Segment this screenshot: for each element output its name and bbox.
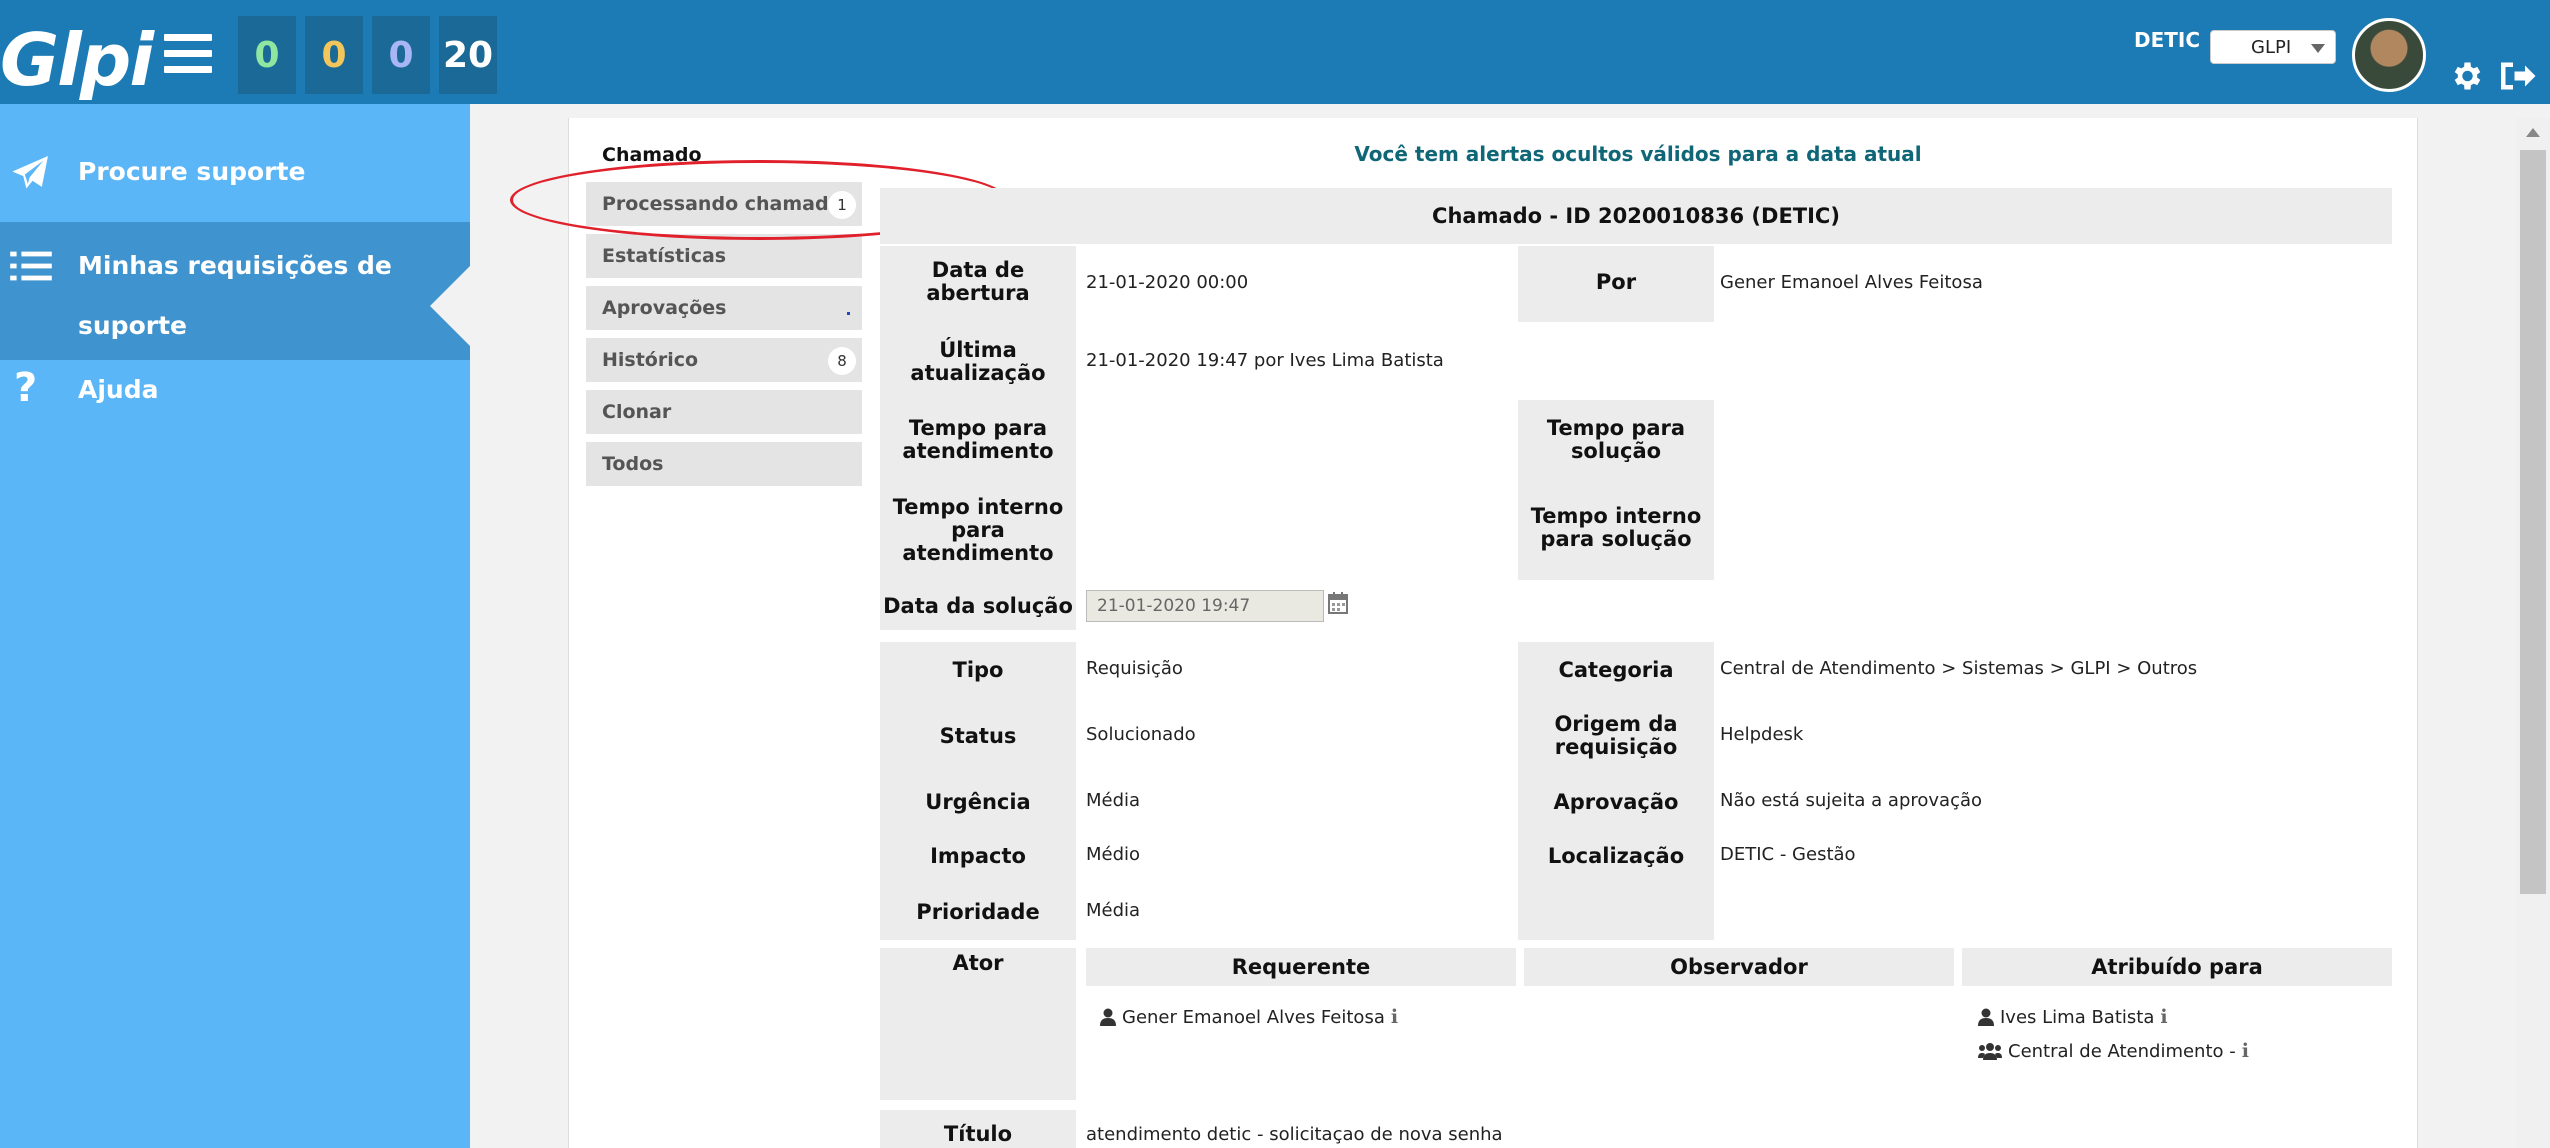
counter-value: 0: [388, 34, 414, 76]
assigned-header: Atribuído para: [1962, 948, 2392, 986]
tab-clonar[interactable]: Clonar: [586, 390, 862, 434]
user-icon: [1100, 1008, 1116, 1026]
observer-header: Observador: [1524, 948, 1954, 986]
actor-label-cell: Ator: [880, 948, 1076, 1100]
calendar-icon[interactable]: [1328, 592, 1348, 614]
priority-label: Prioridade: [916, 899, 1040, 924]
avatar[interactable]: [2352, 18, 2426, 92]
tab-aprovacoes[interactable]: Aprovações: [586, 286, 862, 330]
actor-label: Ator: [952, 951, 1004, 975]
priority-value: Média: [1086, 900, 1141, 921]
sidebar-item-label-line2: suporte: [78, 311, 187, 340]
profile-select-value: GLPI: [2251, 37, 2292, 58]
scrollbar-thumb[interactable]: [2520, 150, 2546, 894]
tta-label: Tempo para atendimento: [902, 416, 1054, 463]
title-label-cell: Título: [880, 1110, 1076, 1148]
ticket-title-header: Chamado - ID 2020010836 (DETIC): [880, 188, 2392, 244]
tab-label: Todos: [602, 453, 664, 475]
logo-text: Glpi: [0, 18, 154, 102]
internal-tta-label: Tempo interno para atendimento: [892, 494, 1064, 565]
sidebar: Procure suporte Minhas requisições de su…: [0, 104, 470, 1148]
type-label: Tipo: [952, 657, 1004, 682]
chevron-down-icon: [2311, 44, 2325, 53]
impact-value: Médio: [1086, 844, 1141, 865]
approval-label: Aprovação: [1553, 789, 1679, 814]
origin-label: Origem da requisição: [1554, 712, 1678, 759]
counter-new[interactable]: 0: [238, 16, 296, 94]
urgency-value: Média: [1086, 790, 1141, 811]
tab-badge: 8: [828, 347, 856, 375]
solution-date-input[interactable]: 21-01-2020 19:47: [1086, 590, 1324, 622]
by-value: Gener Emanoel Alves Feitosa: [1720, 272, 1983, 293]
hidden-alerts-message[interactable]: Você tem alertas ocultos válidos para a …: [1000, 142, 2276, 166]
glpi-logo[interactable]: Glpi: [0, 12, 154, 102]
profile-select[interactable]: GLPI: [2210, 30, 2336, 64]
category-value: Central de Atendimento > Sistemas > GLPI…: [1720, 658, 2198, 679]
approval-value: Não está sujeita a aprovação: [1720, 790, 1983, 811]
last-update-label: Última atualização: [910, 338, 1046, 385]
paper-plane-icon: [12, 156, 49, 189]
counter-solved[interactable]: 20: [439, 16, 497, 94]
info-icon[interactable]: i: [2160, 1006, 2167, 1028]
active-indicator: [430, 266, 470, 346]
scroll-up-arrow-icon[interactable]: [2526, 128, 2540, 137]
requester-entry[interactable]: Gener Emanoel Alves Feitosa i: [1100, 1006, 1398, 1028]
title-label: Título: [943, 1121, 1013, 1146]
assigned-user-entry[interactable]: Ives Lima Batista i: [1978, 1006, 2168, 1028]
sidebar-item-label-line1: Minhas requisições de: [78, 251, 392, 280]
type-value: Requisição: [1086, 658, 1183, 679]
location-value: DETIC - Gestão: [1720, 844, 1856, 865]
assigned-user-name: Ives Lima Batista: [2000, 1006, 2155, 1028]
ttr-label: Tempo para solução: [1546, 416, 1686, 463]
entity-label[interactable]: DETIC: [2134, 28, 2200, 52]
counter-pending[interactable]: 0: [372, 16, 430, 94]
list-icon: [10, 251, 52, 281]
tab-label: Estatísticas: [602, 245, 727, 267]
question-icon: ?: [14, 365, 38, 411]
status-value: Solucionado: [1086, 724, 1196, 745]
title-value: atendimento detic - solicitaçao de nova …: [1086, 1124, 1503, 1145]
impact-label: Impacto: [930, 843, 1026, 868]
info-icon[interactable]: i: [1391, 1006, 1398, 1028]
assigned-group-name: Central de Atendimento -: [2008, 1040, 2236, 1062]
category-label: Categoria: [1558, 657, 1674, 682]
info-icon[interactable]: i: [2242, 1040, 2249, 1062]
opening-date-label: Data de abertura: [926, 258, 1030, 305]
urgency-label: Urgência: [925, 789, 1031, 814]
users-group-icon: [1978, 1043, 2002, 1060]
opening-date-value: 21-01-2020 00:00: [1086, 272, 1249, 293]
gear-icon[interactable]: [2448, 58, 2484, 94]
solution-date-value: 21-01-2020 19:47: [1097, 596, 1251, 616]
assigned-group-entry[interactable]: Central de Atendimento - i: [1978, 1040, 2249, 1062]
location-label: Localização: [1547, 843, 1685, 868]
internal-ttr-label: Tempo interno para solução: [1530, 504, 1702, 551]
tab-historico[interactable]: Histórico 8: [586, 338, 862, 382]
by-label: Por: [1595, 269, 1637, 294]
counter-processing[interactable]: 0: [305, 16, 363, 94]
tab-label: Aprovações: [602, 297, 727, 319]
sidebar-item-minhas-requisicoes[interactable]: Minhas requisições de suporte: [0, 222, 470, 360]
logout-icon[interactable]: [2496, 58, 2536, 94]
sidebar-item-label: Ajuda: [78, 375, 159, 404]
tab-todos[interactable]: Todos: [586, 442, 862, 486]
tab-estatisticas[interactable]: Estatísticas: [586, 234, 862, 278]
status-label: Status: [939, 723, 1017, 748]
top-header: Glpi 0 0 0 20 DETIC GLPI: [0, 0, 2550, 104]
origin-value: Helpdesk: [1720, 724, 1804, 745]
tab-indicator-dot: [847, 312, 850, 315]
sidebar-item-label: Procure suporte: [78, 157, 306, 186]
tab-label: Histórico: [602, 349, 699, 371]
requester-name: Gener Emanoel Alves Feitosa: [1122, 1006, 1385, 1028]
menu-toggle-icon[interactable]: [164, 34, 212, 74]
user-icon: [1978, 1008, 1994, 1026]
tab-label: Clonar: [602, 401, 672, 423]
last-update-value: 21-01-2020 19:47 por Ives Lima Batista: [1086, 350, 1444, 371]
counter-value: 0: [321, 34, 347, 76]
sidebar-item-procure-suporte[interactable]: Procure suporte: [0, 142, 470, 202]
requester-header: Requerente: [1086, 948, 1516, 986]
counter-value: 20: [442, 34, 494, 76]
solution-date-label: Data da solução: [883, 593, 1073, 618]
counter-value: 0: [254, 34, 280, 76]
sidebar-item-ajuda[interactable]: ? Ajuda: [0, 360, 470, 420]
